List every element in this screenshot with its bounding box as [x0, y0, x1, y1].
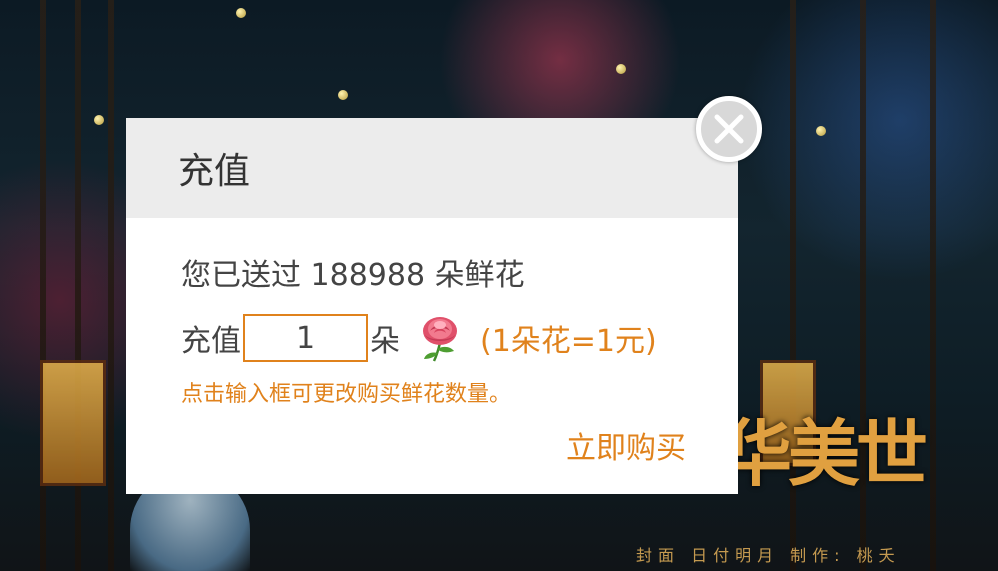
flowers-sent-text: 您已送过 188988 朵鲜花 [181, 258, 525, 293]
calligraphy-title: 华美世 [720, 411, 928, 496]
close-button[interactable] [696, 96, 762, 162]
lattice-bar [108, 0, 114, 571]
dialog-body: 您已送过 188988 朵鲜花 充值 朵 (1朵花=1元) [126, 218, 738, 494]
dialog-title: 充值 [178, 151, 251, 192]
bead [338, 90, 348, 100]
bead [616, 64, 626, 74]
credits-text: 封面 日付明月 制作: 桃夭 [636, 546, 901, 565]
rose-icon [416, 313, 466, 363]
bead [94, 115, 104, 125]
recharge-label: 充值 [181, 324, 241, 359]
recharge-row: 充值 朵 (1朵花=1元) [181, 313, 657, 363]
price-note: (1朵花=1元) [480, 324, 657, 359]
lantern [40, 360, 106, 486]
bead [236, 8, 246, 18]
unit-label: 朵 [370, 324, 400, 359]
recharge-dialog: 充值 您已送过 188988 朵鲜花 充值 朵 (1朵花 [126, 118, 738, 494]
quantity-input[interactable] [243, 314, 368, 362]
buy-now-button[interactable]: 立即购买 [566, 423, 686, 467]
lattice-bar [930, 0, 936, 571]
close-icon [714, 114, 744, 144]
dialog-header: 充值 [126, 118, 738, 218]
bead [816, 126, 826, 136]
hint-text: 点击输入框可更改购买鲜花数量。 [181, 382, 512, 407]
